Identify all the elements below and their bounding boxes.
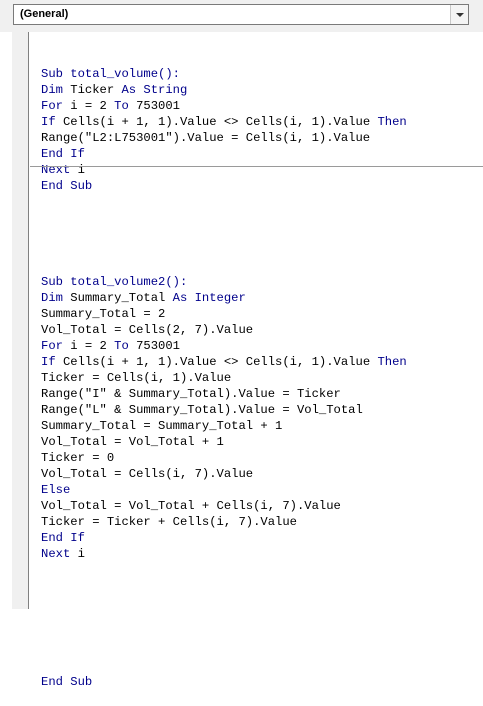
code-line[interactable]: Else	[41, 482, 481, 498]
code-token: Summary_Total = 2	[41, 307, 166, 321]
keyword-token: For	[41, 339, 63, 353]
code-line[interactable]: Vol_Total = Vol_Total + Cells(i, 7).Valu…	[41, 498, 481, 514]
code-line[interactable]: Vol_Total = Vol_Total + 1	[41, 434, 481, 450]
code-token: Vol_Total = Vol_Total + Cells(i, 7).Valu…	[41, 499, 341, 513]
keyword-token: End Sub	[41, 179, 93, 193]
code-line[interactable]	[41, 610, 481, 626]
procedure-toolbar: (General)	[0, 0, 483, 32]
code-procedure-block: Sub total_volume(): Dim Ticker As String F…	[41, 66, 481, 194]
code-line[interactable]	[41, 642, 481, 658]
code-token: Summary_Total	[62, 291, 173, 305]
code-line[interactable]	[41, 578, 481, 594]
code-token: Ticker	[62, 83, 122, 97]
code-token: 753001	[128, 339, 180, 353]
general-object-dropdown[interactable]: (General)	[13, 4, 469, 25]
code-line[interactable]: Next i	[41, 546, 481, 562]
keyword-token: End If	[41, 531, 85, 545]
code-token: Vol_Total = Vol_Total + 1	[41, 435, 224, 449]
code-line[interactable]: End Sub	[41, 178, 481, 194]
code-line[interactable]: If Cells(i + 1, 1).Value <> Cells(i, 1).…	[41, 114, 481, 130]
code-line[interactable]: Range("L2:L753001").Value = Cells(i, 1).…	[41, 130, 481, 146]
chevron-down-icon[interactable]	[450, 5, 468, 24]
code-token: Range("L" & Summary_Total).Value = Vol_T…	[41, 403, 363, 417]
margin-indicator-bar[interactable]	[12, 32, 29, 609]
code-token: Vol_Total = Cells(i, 7).Value	[41, 467, 254, 481]
code-line[interactable]: Vol_Total = Cells(i, 7).Value	[41, 466, 481, 482]
code-token: Ticker = 0	[41, 451, 115, 465]
code-token: i	[70, 547, 85, 561]
code-procedure-block: Sub total_volume2(): Dim Summary_Total As…	[41, 274, 481, 690]
keyword-token: Then	[377, 115, 407, 129]
code-line[interactable]: Range("I" & Summary_Total).Value = Ticke…	[41, 386, 481, 402]
code-token: Vol_Total = Cells(2, 7).Value	[41, 323, 254, 337]
keyword-token: Else	[41, 483, 71, 497]
code-line[interactable]	[41, 626, 481, 642]
code-token: 753001	[128, 99, 180, 113]
code-token: Range("I" & Summary_Total).Value = Ticke…	[41, 387, 341, 401]
keyword-token: If	[41, 115, 56, 129]
keyword-token: Dim	[41, 83, 63, 97]
code-line[interactable]	[41, 658, 481, 674]
code-line[interactable]: Dim Summary_Total As Integer	[41, 290, 481, 306]
keyword-token: Dim	[41, 291, 63, 305]
code-line[interactable]: End If	[41, 530, 481, 546]
keyword-token: As String	[121, 83, 188, 97]
keyword-token: Next	[41, 547, 71, 561]
code-line[interactable]: For i = 2 To 753001	[41, 338, 481, 354]
code-token: Cells(i + 1, 1).Value <> Cells(i, 1).Val…	[55, 115, 378, 129]
code-line[interactable]: Range("L" & Summary_Total).Value = Vol_T…	[41, 402, 481, 418]
code-token: i = 2	[62, 339, 115, 353]
keyword-token: End If	[41, 147, 85, 161]
code-line[interactable]	[41, 594, 481, 610]
code-line[interactable]: If Cells(i + 1, 1).Value <> Cells(i, 1).…	[41, 354, 481, 370]
code-line[interactable]: Vol_Total = Cells(2, 7).Value	[41, 322, 481, 338]
editor-left-edge	[0, 32, 12, 609]
code-token: Cells(i + 1, 1).Value <> Cells(i, 1).Val…	[55, 355, 378, 369]
code-line[interactable]: Summary_Total = Summary_Total + 1	[41, 418, 481, 434]
code-line[interactable]: Summary_Total = 2	[41, 306, 481, 322]
code-line[interactable]	[41, 562, 481, 578]
keyword-token: As Integer	[172, 291, 246, 305]
code-line[interactable]: Dim Ticker As String	[41, 82, 481, 98]
keyword-token: For	[41, 99, 63, 113]
code-line[interactable]: End Sub	[41, 674, 481, 690]
code-line[interactable]: Sub total_volume():	[41, 66, 481, 82]
keyword-token: To	[114, 339, 129, 353]
code-line[interactable]: Ticker = Ticker + Cells(i, 7).Value	[41, 514, 481, 530]
code-line[interactable]: Sub total_volume2():	[41, 274, 481, 290]
code-token: Summary_Total = Summary_Total + 1	[41, 419, 283, 433]
dropdown-value: (General)	[20, 8, 69, 20]
keyword-token: If	[41, 355, 56, 369]
code-editor[interactable]: Sub total_volume(): Dim Ticker As String F…	[41, 34, 481, 706]
code-token: i = 2	[62, 99, 115, 113]
code-line[interactable]: End If	[41, 146, 481, 162]
keyword-token: Sub total_volume():	[41, 67, 180, 81]
code-token: Range("L2:L753001").Value = Cells(i, 1).…	[41, 131, 371, 145]
code-line[interactable]: Ticker = Cells(i, 1).Value	[41, 370, 481, 386]
code-line[interactable]: Ticker = 0	[41, 450, 481, 466]
code-token: Ticker = Cells(i, 1).Value	[41, 371, 232, 385]
code-line[interactable]: Next i	[41, 162, 481, 178]
keyword-token: Then	[377, 355, 407, 369]
code-line[interactable]: For i = 2 To 753001	[41, 98, 481, 114]
keyword-token: End Sub	[41, 675, 93, 689]
keyword-token: To	[114, 99, 129, 113]
procedure-separator	[30, 166, 483, 167]
code-token: Ticker = Ticker + Cells(i, 7).Value	[41, 515, 297, 529]
keyword-token: Sub total_volume2():	[41, 275, 188, 289]
